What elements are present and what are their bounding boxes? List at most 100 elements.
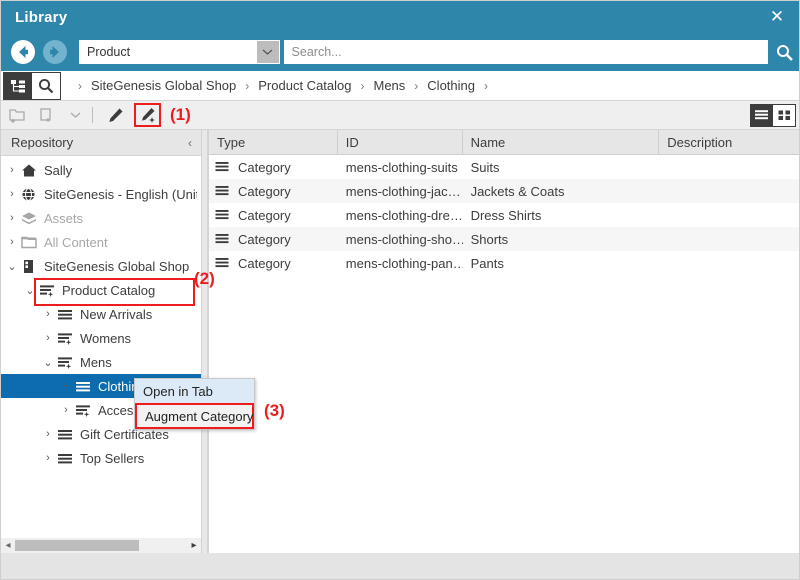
table-row[interactable]: Category mens-clothing-dre… Dress Shirts (209, 203, 799, 227)
table-row[interactable]: Category mens-clothing-jac… Jackets & Coat… (209, 179, 799, 203)
tree-item-mens[interactable]: ⌄ Mens (1, 350, 201, 374)
view-mode-buttons (3, 71, 61, 100)
cell-type: Category (209, 227, 338, 251)
title-bar: Library ✕ (1, 1, 799, 33)
chevron-right-icon[interactable]: › (59, 380, 73, 392)
breadcrumb-separator: › (245, 78, 250, 93)
collapse-panel-icon[interactable]: ‹ (188, 136, 192, 150)
column-header-name[interactable]: Name (462, 130, 660, 155)
tree-item-top-sellers[interactable]: › Top Sellers (1, 446, 201, 470)
tree-item-sally[interactable]: › Sally (1, 158, 201, 182)
type-filter-value: Product (87, 45, 131, 59)
chevron-right-icon[interactable]: › (41, 308, 55, 320)
list-view-icon[interactable] (750, 104, 773, 127)
pencil-sparkle-icon[interactable] (134, 103, 161, 127)
tree-item-new-arrivals[interactable]: › New Arrivals (1, 302, 201, 326)
context-menu: Open in Tab Augment Category (134, 378, 255, 430)
cell-type-text: Category (238, 255, 291, 271)
cell-id: mens-clothing-pan… (345, 255, 463, 271)
scroll-left-icon[interactable]: ◂ (1, 538, 15, 553)
cell-id: mens-clothing-jac… (345, 183, 461, 199)
search-box[interactable] (283, 40, 768, 64)
chevron-right-icon[interactable]: › (5, 188, 19, 200)
scrollbar-track[interactable] (15, 538, 187, 553)
menu-item-open-in-tab[interactable]: Open in Tab (135, 379, 254, 403)
tree-item-label: New Arrivals (80, 306, 153, 322)
chevron-right-icon[interactable]: › (59, 404, 73, 416)
scrollbar-thumb[interactable] (15, 540, 139, 551)
chevron-down-icon[interactable]: ⌄ (41, 356, 55, 369)
search-input[interactable] (284, 45, 767, 59)
search-icon[interactable] (768, 33, 799, 71)
tree-item-womens[interactable]: › Womens (1, 326, 201, 350)
table-row[interactable]: Category mens-clothing-pan… Pants (209, 251, 799, 275)
scroll-right-icon[interactable]: ▸ (187, 538, 201, 553)
chevron-right-icon[interactable]: › (41, 452, 55, 464)
cell-type-text: Category (238, 159, 291, 175)
breadcrumb-item[interactable]: Product Catalog (258, 78, 351, 93)
chevron-down-icon[interactable]: ⌄ (5, 260, 19, 273)
search-icon[interactable] (32, 71, 61, 100)
category-icon (215, 185, 233, 197)
cell-name: Suits (470, 159, 500, 175)
new-document-icon[interactable] (33, 103, 59, 127)
panel-splitter[interactable] (201, 130, 208, 553)
category-star-icon (55, 353, 75, 371)
tree-item-label: Top Sellers (80, 450, 145, 466)
column-header-description[interactable]: Description (659, 130, 799, 155)
chevron-right-icon[interactable]: › (5, 236, 19, 248)
new-folder-icon[interactable] (4, 103, 30, 127)
tree-item-sitegenesis-global-shop[interactable]: ⌄ SiteGenesis Global Shop (1, 254, 201, 278)
table-row[interactable]: Category mens-clothing-suits Suits (209, 155, 799, 179)
category-star-icon (55, 329, 75, 347)
tree-item-assets[interactable]: › Assets (1, 206, 201, 230)
cell-description (659, 251, 799, 275)
chevron-right-icon[interactable]: › (5, 212, 19, 224)
menu-item-augment-category[interactable]: Augment Category (135, 403, 254, 429)
column-header-id[interactable]: ID (337, 130, 463, 155)
tree-item-label: All Content (44, 234, 108, 250)
column-header-type[interactable]: Type (209, 130, 338, 155)
forward-arrow-icon[interactable] (41, 38, 69, 66)
type-filter-select[interactable]: Product (79, 40, 280, 64)
tree-item-label: Sally (44, 162, 73, 178)
tree-item-label: Mens (80, 354, 112, 370)
chevron-right-icon[interactable]: › (41, 332, 55, 344)
cell-description (659, 179, 799, 203)
repository-title: Repository (11, 135, 74, 150)
chevron-right-icon[interactable]: › (41, 428, 55, 440)
tree-item-all-content[interactable]: › All Content (1, 230, 201, 254)
chevron-down-icon[interactable] (256, 41, 279, 63)
back-arrow-icon[interactable] (9, 38, 37, 66)
tree-item-product-catalog[interactable]: ⌄ Product Catalog (1, 278, 201, 306)
cell-type: Category (209, 179, 338, 203)
breadcrumb-item[interactable]: SiteGenesis Global Shop (91, 78, 236, 93)
cell-type-text: Category (238, 207, 291, 223)
cell-type: Category (209, 203, 338, 227)
table-row[interactable]: Category mens-clothing-sho… Shorts (209, 227, 799, 251)
breadcrumb-separator: › (484, 78, 488, 93)
chevron-right-icon[interactable]: › (5, 164, 19, 176)
tree-item-sitegenesis-english-unite[interactable]: › SiteGenesis - English (Unite (1, 182, 201, 206)
catalog-star-icon (37, 281, 57, 299)
breadcrumb-separator: › (414, 78, 419, 93)
horizontal-scrollbar[interactable]: ◂ ▸ (1, 538, 201, 553)
category-star-icon (73, 401, 93, 419)
breadcrumb-separator: › (78, 78, 82, 93)
chevron-down-icon[interactable]: ⌄ (23, 284, 37, 297)
cell-type-text: Category (238, 183, 291, 199)
cell-name: Pants (470, 255, 504, 271)
cell-id: mens-clothing-dre… (345, 207, 463, 223)
cell-type: Category (209, 251, 338, 275)
category-icon (73, 377, 93, 395)
window-title: Library (15, 8, 68, 26)
grid-view-icon[interactable] (773, 104, 796, 127)
pencil-icon[interactable] (102, 103, 128, 127)
close-icon[interactable]: ✕ (767, 7, 787, 27)
chevron-down-icon[interactable] (62, 103, 88, 127)
globe-icon (19, 185, 39, 203)
breadcrumb-item[interactable]: Mens (374, 78, 406, 93)
category-icon (55, 425, 75, 443)
tree-view-icon[interactable] (3, 71, 32, 100)
breadcrumb-item[interactable]: Clothing (427, 78, 475, 93)
